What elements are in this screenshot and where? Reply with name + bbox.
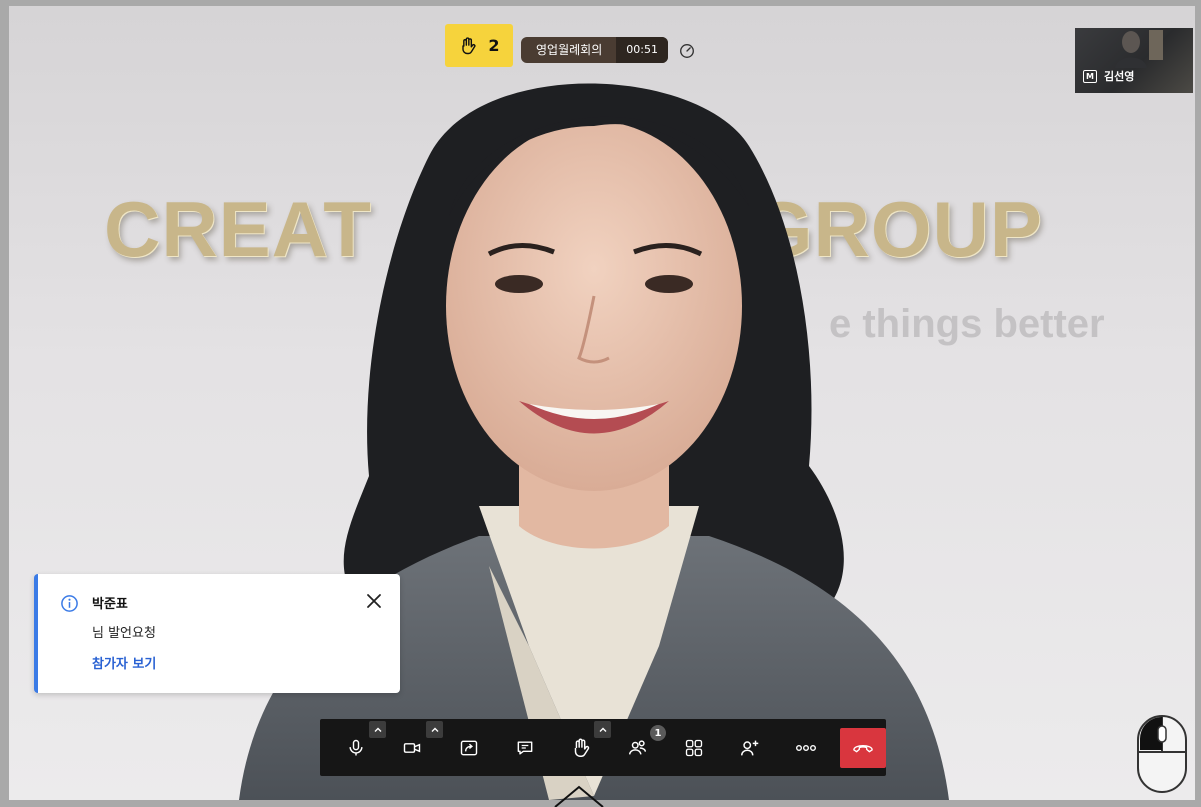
grid-layout-icon [685,739,703,757]
camera-button[interactable] [396,732,428,764]
more-icon [796,745,816,751]
chevron-up-icon [431,727,438,732]
raise-hand-icon [462,36,476,54]
raised-hands-badge[interactable]: 2 [445,24,513,67]
participants-icon [629,740,647,755]
network-speed-icon[interactable] [678,42,696,60]
share-screen-icon [460,740,478,756]
toolbar-collapse-chevron[interactable] [551,779,607,807]
invite-button[interactable] [734,732,766,764]
camera-icon [403,743,421,753]
participants-button[interactable] [622,732,654,764]
self-view-name: 김선영 [1104,70,1135,83]
chevron-up-icon [374,727,381,732]
raise-hand-icon [574,738,590,757]
microphone-icon [349,739,363,756]
speak-request-notification: 박준표 님 발언요청 참가자 보기 [34,574,400,693]
microphone-button[interactable] [340,732,372,764]
chevron-up-icon [599,727,606,732]
add-user-icon [741,740,759,756]
meeting-info: 영업월례회의 00:51 [521,37,668,63]
main-video-stage: CREAT N GROUP e things better 2 영업월례회의 0… [9,6,1195,800]
chat-icon [517,741,533,755]
host-badge-icon: M [1083,69,1097,83]
self-view-thumbnail[interactable]: M 김선영 [1075,28,1193,93]
meeting-toolbar: 1 [320,719,886,776]
layout-button[interactable] [678,732,710,764]
more-options-button[interactable] [790,732,822,764]
notification-message: 님 발언요청 [92,626,156,641]
meeting-name: 영업월례회의 [536,43,603,57]
meeting-timer: 00:51 [616,37,668,63]
view-participants-link[interactable]: 참가자 보기 [92,653,156,672]
microphone-options-button[interactable] [369,721,386,738]
mouse-hint-icon [1137,715,1187,793]
close-icon[interactable] [364,591,384,611]
info-icon [61,595,78,612]
raised-hands-count: 2 [488,36,500,55]
hang-up-icon [853,745,873,753]
thumbnail-video [1115,30,1163,68]
notification-participant-name: 박준표 [92,597,128,612]
raise-hand-options-button[interactable] [594,721,611,738]
raise-hand-button[interactable] [565,732,597,764]
chat-button[interactable] [509,732,541,764]
camera-options-button[interactable] [426,721,443,738]
participants-count-badge: 1 [650,725,666,741]
end-call-button[interactable] [840,728,886,768]
share-screen-button[interactable] [453,732,485,764]
self-view-label: M 김선영 [1083,68,1134,84]
